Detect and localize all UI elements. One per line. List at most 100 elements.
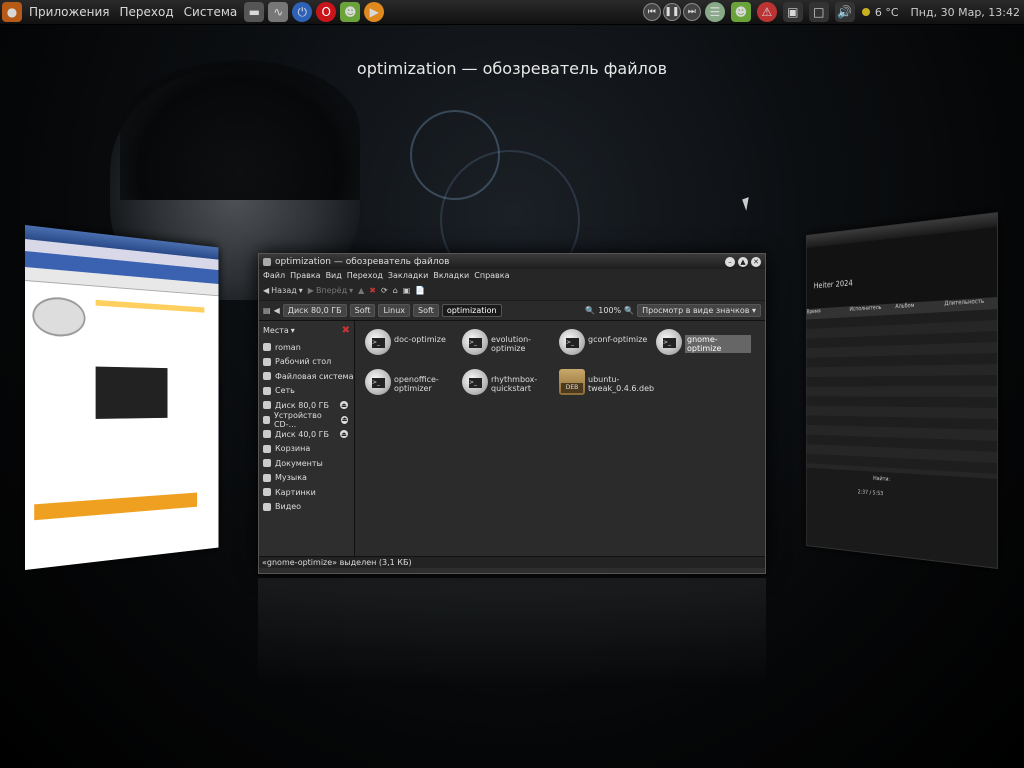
sidebar-places-select[interactable]: Места xyxy=(263,326,289,335)
home-button[interactable]: ⌂ xyxy=(393,286,398,295)
media-player-icon[interactable]: ▶ xyxy=(364,2,384,22)
panel-tray: ⏮ ❚❚ ⏭ ☰ ☻ ⚠ ▣ □ 🔊 6 °C Пнд, 30 Мар, 13:… xyxy=(643,2,1020,22)
weather-temp[interactable]: 6 °C xyxy=(875,6,899,19)
browser-window-preview[interactable] xyxy=(25,225,219,570)
sidebar-item-label: Картинки xyxy=(275,488,316,497)
crumb-soft[interactable]: Soft xyxy=(350,304,376,317)
clock[interactable]: Пнд, 30 Мар, 13:42 xyxy=(911,6,1020,19)
sidebar-item[interactable]: Видео xyxy=(259,500,354,515)
menu-system[interactable]: Система xyxy=(179,5,243,19)
sidebar-item[interactable]: roman xyxy=(259,340,354,355)
power-icon[interactable]: ⏻ xyxy=(292,2,312,22)
crumb-soft-2[interactable]: Soft xyxy=(413,304,439,317)
window-titlebar[interactable]: optimization — обозреватель файлов – ▲ ✕ xyxy=(259,254,765,269)
reload-button[interactable]: ⟳ xyxy=(381,286,388,295)
computer-button[interactable]: ▣ xyxy=(403,286,411,295)
weather-icon xyxy=(862,8,870,16)
forward-button[interactable]: ▶ Вперёд ▾ xyxy=(308,286,353,295)
file-name: evolution-optimize xyxy=(491,335,557,353)
system-monitor-icon[interactable]: ∿ xyxy=(268,2,288,22)
menu-places[interactable]: Переход xyxy=(115,5,179,19)
crumb-disk[interactable]: Диск 80,0 ГБ xyxy=(283,304,347,317)
window-reflection xyxy=(258,578,766,688)
menu-go[interactable]: Переход xyxy=(347,271,383,280)
previous-icon[interactable]: ⏮ xyxy=(643,3,661,21)
contacts-icon[interactable]: ☻ xyxy=(731,2,751,22)
deb-package-icon xyxy=(559,369,585,395)
content-area: Места ▾ ✖ roman Рабочий стол Файловая сист… xyxy=(259,321,765,556)
menu-bookmarks[interactable]: Закладки xyxy=(388,271,428,280)
back-arrow-icon: ◀ xyxy=(263,286,269,295)
file-view[interactable]: doc-optimize evolution-optimize gconf-opti… xyxy=(355,321,765,556)
opera-icon[interactable]: O xyxy=(316,2,336,22)
sidebar-item-label: Диск 40,0 ГБ xyxy=(275,430,329,439)
menu-view[interactable]: Вид xyxy=(326,271,342,280)
track-list[interactable] xyxy=(807,309,997,479)
crumb-left-button[interactable]: ◀ xyxy=(274,306,280,315)
file-item[interactable]: openoffice-optimizer xyxy=(365,369,460,395)
zoom-out-icon[interactable]: 🔍 xyxy=(585,306,595,315)
place-icon xyxy=(263,416,270,424)
sidebar-item[interactable]: Диск 40,0 ГБ ⏏ xyxy=(259,427,354,442)
next-icon[interactable]: ⏭ xyxy=(683,3,701,21)
zoom-level: 100% xyxy=(598,306,621,315)
file-item[interactable]: doc-optimize xyxy=(365,329,460,355)
place-icon xyxy=(263,372,271,380)
menu-edit[interactable]: Правка xyxy=(290,271,320,280)
display-icon[interactable]: □ xyxy=(809,2,829,22)
sidebar-item[interactable]: Документы xyxy=(259,456,354,471)
page-banner xyxy=(96,300,205,313)
sidebar-item[interactable]: Файловая система xyxy=(259,369,354,384)
close-sidebar-icon[interactable]: ✖ xyxy=(342,325,350,336)
stop-button[interactable]: ✖ xyxy=(369,286,376,295)
sidebar-item[interactable]: Рабочий стол xyxy=(259,355,354,370)
menu-file[interactable]: Файл xyxy=(263,271,285,280)
network-icon[interactable]: ▣ xyxy=(783,2,803,22)
terminal-launcher-icon[interactable]: ▬ xyxy=(244,2,264,22)
back-button[interactable]: ◀ Назад ▾ xyxy=(263,286,303,295)
desktop: ● Приложения Переход Система ▬ ∿ ⏻ O ☻ ▶… xyxy=(0,0,1024,768)
ubuntu-logo-icon[interactable]: ● xyxy=(2,2,22,22)
eject-icon[interactable]: ⏏ xyxy=(341,416,348,424)
maximize-icon[interactable]: ▲ xyxy=(738,257,748,267)
menu-help[interactable]: Справка xyxy=(474,271,509,280)
search-button[interactable]: 📄 xyxy=(415,286,425,295)
crumb-optimization[interactable]: optimization xyxy=(442,304,502,317)
sidebar-item[interactable]: Устройство CD-... ⏏ xyxy=(259,413,354,428)
sidebar-item[interactable]: Музыка xyxy=(259,471,354,486)
up-button[interactable]: ▲ xyxy=(358,286,364,295)
toggle-location-button[interactable]: ▤ xyxy=(263,306,271,315)
eject-icon[interactable]: ⏏ xyxy=(340,430,348,438)
update-icon[interactable]: ⚠ xyxy=(757,2,777,22)
crumb-linux[interactable]: Linux xyxy=(378,304,410,317)
file-item[interactable]: ubuntu-tweak_0.4.6.deb xyxy=(559,369,654,395)
file-item[interactable]: gnome-optimize xyxy=(656,329,751,355)
file-item[interactable]: gconf-optimize xyxy=(559,329,654,355)
sidebar: Места ▾ ✖ roman Рабочий стол Файловая сист… xyxy=(259,321,355,556)
music-player-window-preview[interactable]: Heiter 2024 Время Исполнитель Альбом Дли… xyxy=(806,212,998,569)
window-buttons: – ▲ ✕ xyxy=(725,257,761,267)
sidebar-item[interactable]: Сеть xyxy=(259,384,354,399)
user-icon[interactable]: ☻ xyxy=(340,2,360,22)
menu-applications[interactable]: Приложения xyxy=(24,5,115,19)
script-icon xyxy=(462,329,488,355)
zoom-in-icon[interactable]: 🔍 xyxy=(624,306,634,315)
chevron-down-icon: ▾ xyxy=(299,286,303,295)
chat-icon[interactable]: ☰ xyxy=(705,2,725,22)
window-title: optimization — обозреватель файлов xyxy=(275,257,449,267)
file-manager-window[interactable]: optimization — обозреватель файлов – ▲ ✕… xyxy=(258,253,766,574)
sidebar-item[interactable]: Картинки xyxy=(259,485,354,500)
file-item[interactable]: evolution-optimize xyxy=(462,329,557,355)
view-mode-select[interactable]: Просмотр в виде значков ▾ xyxy=(637,304,761,317)
file-item[interactable]: rhythmbox-quickstart xyxy=(462,369,557,395)
chevron-down-icon[interactable]: ▾ xyxy=(291,326,295,335)
eject-icon[interactable]: ⏏ xyxy=(340,401,348,409)
minimize-icon[interactable]: – xyxy=(725,257,735,267)
menu-tabs[interactable]: Вкладки xyxy=(433,271,469,280)
place-icon xyxy=(263,459,271,467)
sidebar-item[interactable]: Корзина xyxy=(259,442,354,457)
sidebar-item-label: Диск 80,0 ГБ xyxy=(275,401,329,410)
close-icon[interactable]: ✕ xyxy=(751,257,761,267)
pause-icon[interactable]: ❚❚ xyxy=(663,3,681,21)
volume-icon[interactable]: 🔊 xyxy=(835,2,855,22)
